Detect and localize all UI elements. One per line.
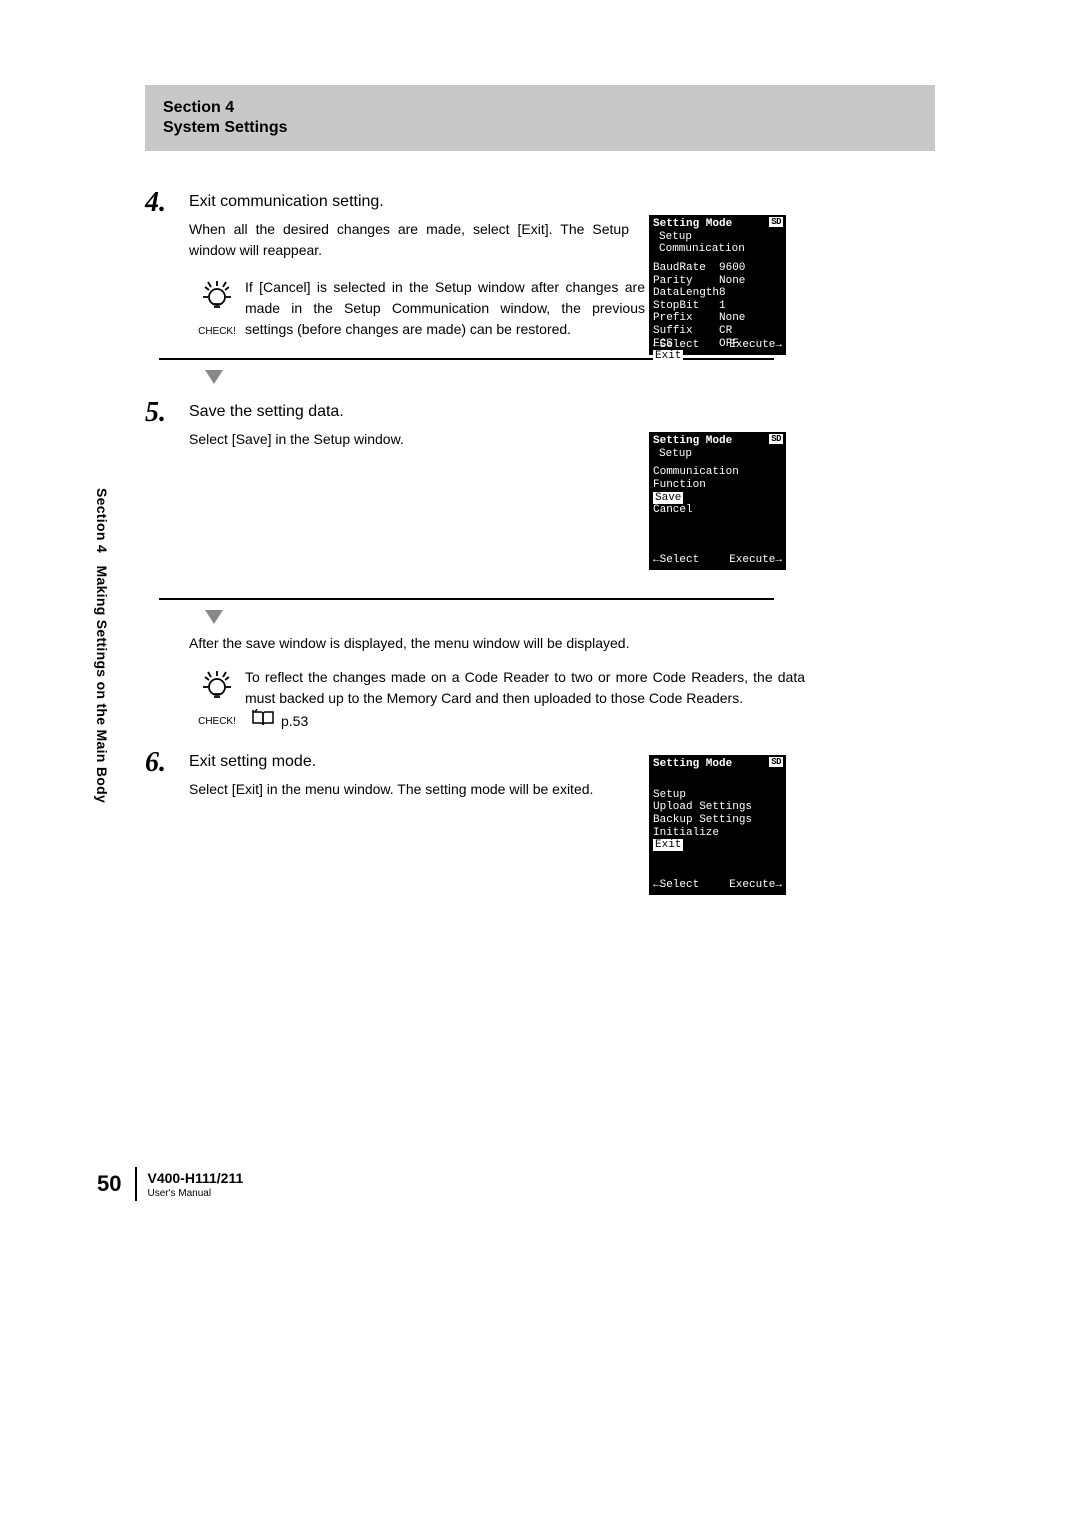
- step-desc: Select [Exit] in the menu window. The se…: [189, 779, 629, 800]
- side-tab-section: Section 4: [94, 488, 110, 553]
- step-title: Exit setting mode.: [189, 753, 935, 771]
- device-header: Setting Mode: [653, 218, 782, 231]
- kv-row: PrefixNone: [653, 312, 782, 325]
- kv-row: DataLength8: [653, 287, 782, 300]
- footer-model: V400-H111/211: [147, 1170, 243, 1186]
- device-screen-setup: SD Setting Mode Setup Communication Func…: [649, 432, 786, 570]
- device-item: Upload Settings: [653, 801, 782, 814]
- device-selected-save: Save: [653, 492, 683, 504]
- step-number: 5: [145, 397, 189, 429]
- step-4: 4 Exit communication setting. When all t…: [145, 187, 935, 261]
- check-block-5: CHECK! To reflect the changes made on a …: [189, 667, 935, 733]
- step-desc: Select [Save] in the Setup window.: [189, 429, 629, 450]
- step-title: Save the setting data.: [189, 403, 935, 421]
- device-select-label: ←Select: [653, 339, 699, 352]
- kv-row: ParityNone: [653, 275, 782, 288]
- step-number: 6: [145, 747, 189, 779]
- device-selected-exit: Exit: [653, 839, 683, 851]
- kv-key: Parity: [653, 275, 719, 288]
- device-item-cancel: Cancel: [653, 504, 782, 517]
- device-header: Setting Mode: [653, 435, 782, 448]
- check-text: If [Cancel] is selected in the Setup win…: [245, 277, 645, 340]
- device-execute-label: Execute→: [729, 554, 782, 567]
- footer-manual: User's Manual: [147, 1188, 243, 1199]
- kv-key: StopBit: [653, 300, 719, 313]
- device-item: Backup Settings: [653, 814, 782, 827]
- side-tab: Section 4 Making Settings on the Main Bo…: [94, 488, 110, 803]
- step-title: Exit communication setting.: [189, 193, 935, 211]
- page-footer: 50 V400-H111/211 User's Manual: [97, 1167, 243, 1201]
- sd-badge: SD: [769, 434, 783, 444]
- kv-val: None: [719, 312, 745, 325]
- side-tab-title: Making Settings on the Main Body: [94, 566, 110, 804]
- page-content: Section 4 System Settings 4 Exit communi…: [145, 85, 935, 800]
- kv-val: CR: [719, 325, 732, 338]
- device-execute-label: Execute→: [729, 879, 782, 892]
- device-subheader: Setup: [659, 448, 782, 461]
- kv-val: 9600: [719, 262, 745, 275]
- page-ref-text: p.53: [281, 711, 308, 732]
- kv-row: BaudRate9600: [653, 262, 782, 275]
- step-5: 5 Save the setting data. Select [Save] i…: [145, 397, 935, 450]
- kv-key: DataLength: [653, 287, 719, 300]
- device-screen-menu: SD Setting Mode Setup Upload Settings Ba…: [649, 755, 786, 895]
- check-block-4: CHECK! If [Cancel] is selected in the Se…: [189, 277, 935, 340]
- section-line2: System Settings: [163, 119, 917, 137]
- check-text-body: To reflect the changes made on a Code Re…: [245, 669, 805, 706]
- device-select-label: ←Select: [653, 879, 699, 892]
- footer-divider: [135, 1167, 137, 1201]
- device-screen-communication: SD Setting Mode Setup Communication Baud…: [649, 215, 786, 355]
- book-icon: [251, 709, 275, 733]
- check-label: CHECK!: [198, 326, 236, 337]
- kv-key: BaudRate: [653, 262, 719, 275]
- kv-val: 8: [719, 287, 726, 300]
- section-line1: Section 4: [163, 99, 917, 117]
- device-execute-label: Execute→: [729, 339, 782, 352]
- down-arrow-icon: [205, 370, 935, 389]
- lightbulb-icon: [199, 277, 235, 322]
- divider: [159, 598, 774, 600]
- after-save-text: After the save window is displayed, the …: [189, 635, 935, 651]
- down-arrow-icon: [205, 610, 935, 629]
- page-reference: p.53: [251, 709, 308, 733]
- device-item: Communication: [653, 466, 782, 479]
- device-subheader: Setup Communication: [659, 231, 782, 256]
- step-number: 4: [145, 187, 189, 219]
- kv-row: StopBit1: [653, 300, 782, 313]
- step-6: 6 Exit setting mode. Select [Exit] in th…: [145, 747, 935, 800]
- section-banner: Section 4 System Settings: [145, 85, 935, 151]
- kv-row: SuffixCR: [653, 325, 782, 338]
- kv-val: None: [719, 275, 745, 288]
- check-text: To reflect the changes made on a Code Re…: [245, 667, 805, 733]
- device-select-label: ←Select: [653, 554, 699, 567]
- page-number: 50: [97, 1171, 121, 1197]
- step-desc: When all the desired changes are made, s…: [189, 219, 629, 261]
- sd-badge: SD: [769, 757, 783, 767]
- device-header: Setting Mode: [653, 758, 782, 771]
- kv-val: 1: [719, 300, 726, 313]
- device-selected-exit: Exit: [653, 350, 683, 362]
- device-item: Initialize: [653, 827, 782, 840]
- kv-key: Prefix: [653, 312, 719, 325]
- sd-badge: SD: [769, 217, 783, 227]
- check-label: CHECK!: [198, 716, 236, 727]
- device-item: Function: [653, 479, 782, 492]
- kv-key: Suffix: [653, 325, 719, 338]
- device-item: Setup: [653, 789, 782, 802]
- lightbulb-icon: [199, 667, 235, 712]
